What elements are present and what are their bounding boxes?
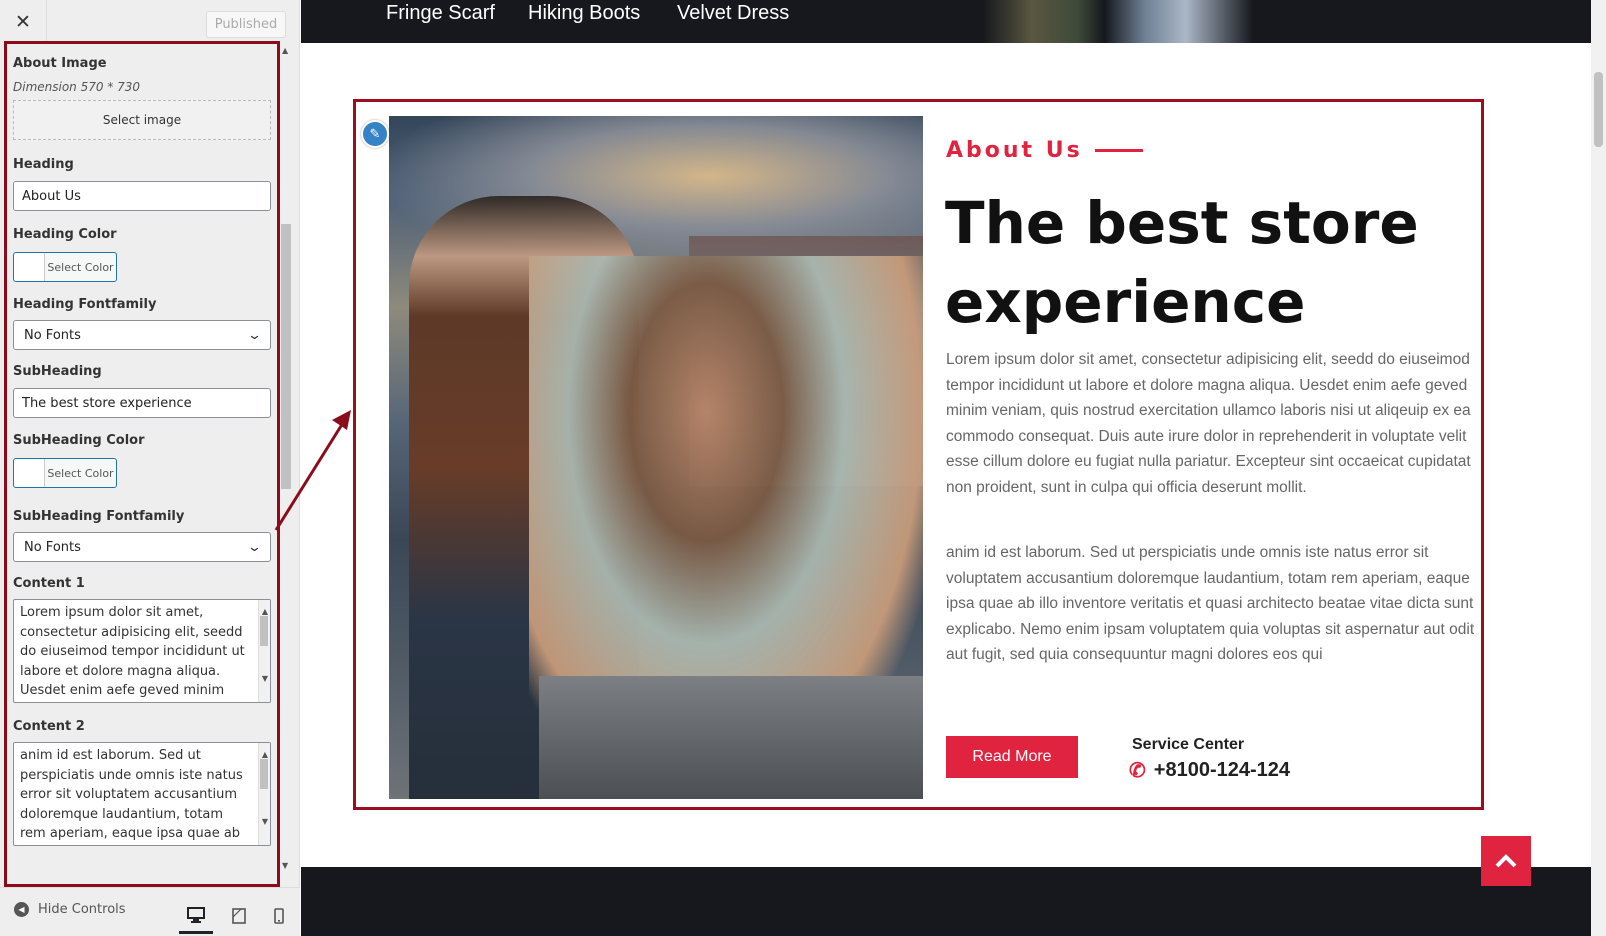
phone-icon: ✆ (1129, 760, 1146, 782)
collapse-icon: ◀ (14, 902, 29, 917)
about-image-label: About Image (13, 56, 107, 71)
chevron-down-icon: ⌄ (246, 539, 263, 555)
hide-controls-button[interactable]: ◀ Hide Controls (14, 902, 126, 917)
subheading-color-button-label: Select Color (47, 466, 114, 480)
heading-underline (1094, 149, 1143, 152)
scroll-up-icon[interactable]: ▲ (282, 46, 288, 55)
product-image (983, 0, 1253, 43)
about-image (389, 116, 923, 799)
subheading-fontfamily-label: SubHeading Fontfamily (13, 509, 185, 524)
heading-color-label: Heading Color (13, 227, 117, 242)
subheading-input[interactable]: The best store experience (13, 388, 271, 418)
close-icon[interactable]: ✕ (0, 0, 47, 44)
chevron-up-icon (1495, 854, 1517, 868)
subheading-fontfamily-select[interactable]: No Fonts ⌄ (13, 532, 271, 562)
content2-text: anim id est laborum. Sed ut perspiciatis… (20, 748, 243, 841)
subheading-fontfamily-value: No Fonts (24, 539, 81, 555)
about-subheading: The best store experience (945, 189, 1419, 336)
heading-fontfamily-select[interactable]: No Fonts ⌄ (13, 320, 271, 350)
published-button[interactable]: Published (206, 11, 286, 38)
heading-input[interactable]: About Us (13, 181, 271, 211)
scroll-down-icon[interactable]: ▼ (282, 861, 288, 870)
service-center-label: Service Center (1132, 736, 1245, 753)
scroll-thumb[interactable] (260, 616, 268, 646)
sidebar-scrollbar[interactable]: ▲ ▼ (281, 44, 291, 870)
photo-ledge (539, 676, 923, 799)
sidebar-footer: ◀ Hide Controls (0, 887, 300, 936)
content2-label: Content 2 (13, 719, 85, 734)
desktop-icon[interactable] (179, 898, 213, 934)
content1-textarea[interactable]: Lorem ipsum dolor sit amet, consectetur … (13, 599, 271, 703)
service-phone[interactable]: ✆ +8100-124-124 (1129, 758, 1290, 783)
content1-label: Content 1 (13, 576, 85, 591)
about-section-controls: About Image Dimension 570 * 730 Select i… (4, 41, 280, 887)
about-image-dimension-note: Dimension 570 * 730 (13, 80, 141, 94)
content1-scrollbar[interactable]: ▲ ▼ (258, 600, 270, 702)
scroll-down-icon[interactable]: ▼ (262, 669, 268, 689)
select-image-button[interactable]: Select image (13, 100, 271, 140)
subheading-color-label: SubHeading Color (13, 433, 145, 448)
mobile-icon[interactable] (262, 898, 296, 934)
sidebar-scroll-thumb[interactable] (281, 224, 291, 489)
about-heading: About Us (946, 138, 1143, 163)
scroll-thumb[interactable] (260, 759, 268, 789)
service-phone-number: +8100-124-124 (1153, 759, 1290, 781)
read-more-button[interactable]: Read More (946, 736, 1078, 778)
page-scroll-thumb[interactable] (1594, 72, 1603, 147)
scroll-down-icon[interactable]: ▼ (262, 812, 268, 832)
chevron-down-icon: ⌄ (246, 327, 263, 343)
heading-label: Heading (13, 157, 74, 172)
hide-controls-label: Hide Controls (38, 902, 126, 917)
about-heading-text: About Us (946, 138, 1083, 163)
customizer-sidebar: ✕ Published About Image Dimension 570 * … (0, 0, 300, 936)
nav-link-fringe-scarf[interactable]: Fringe Scarf (386, 2, 495, 25)
nav-link-hiking-boots[interactable]: Hiking Boots (528, 2, 640, 25)
subheading-label: SubHeading (13, 364, 102, 379)
heading-color-picker[interactable]: Select Color (13, 252, 117, 282)
about-section: ✎ About Us The best store experience Lor… (353, 99, 1484, 810)
content2-textarea[interactable]: anim id est laborum. Sed ut perspiciatis… (13, 742, 271, 846)
about-content-2: anim id est laborum. Sed ut perspiciatis… (946, 544, 1475, 663)
page-scrollbar[interactable] (1591, 0, 1606, 936)
footer-bar (301, 867, 1591, 936)
heading-fontfamily-label: Heading Fontfamily (13, 297, 157, 312)
subheading-color-swatch (14, 459, 45, 487)
subheading-color-picker[interactable]: Select Color (13, 458, 117, 488)
pencil-icon[interactable]: ✎ (361, 120, 389, 148)
content2-scrollbar[interactable]: ▲ ▼ (258, 743, 270, 845)
heading-color-button-label: Select Color (47, 260, 114, 274)
back-to-top-button[interactable] (1481, 836, 1531, 886)
site-preview: Fringe Scarf Hiking Boots Velvet Dress ✎… (301, 0, 1591, 936)
heading-fontfamily-value: No Fonts (24, 327, 81, 343)
sidebar-header: ✕ Published (0, 0, 299, 44)
top-navigation: Fringe Scarf Hiking Boots Velvet Dress (301, 0, 1591, 43)
heading-color-swatch (14, 253, 45, 281)
tablet-icon[interactable] (222, 898, 256, 934)
content1-text: Lorem ipsum dolor sit amet, consectetur … (20, 605, 245, 698)
nav-link-velvet-dress[interactable]: Velvet Dress (677, 2, 789, 25)
about-content-1: Lorem ipsum dolor sit amet, consectetur … (946, 351, 1471, 496)
